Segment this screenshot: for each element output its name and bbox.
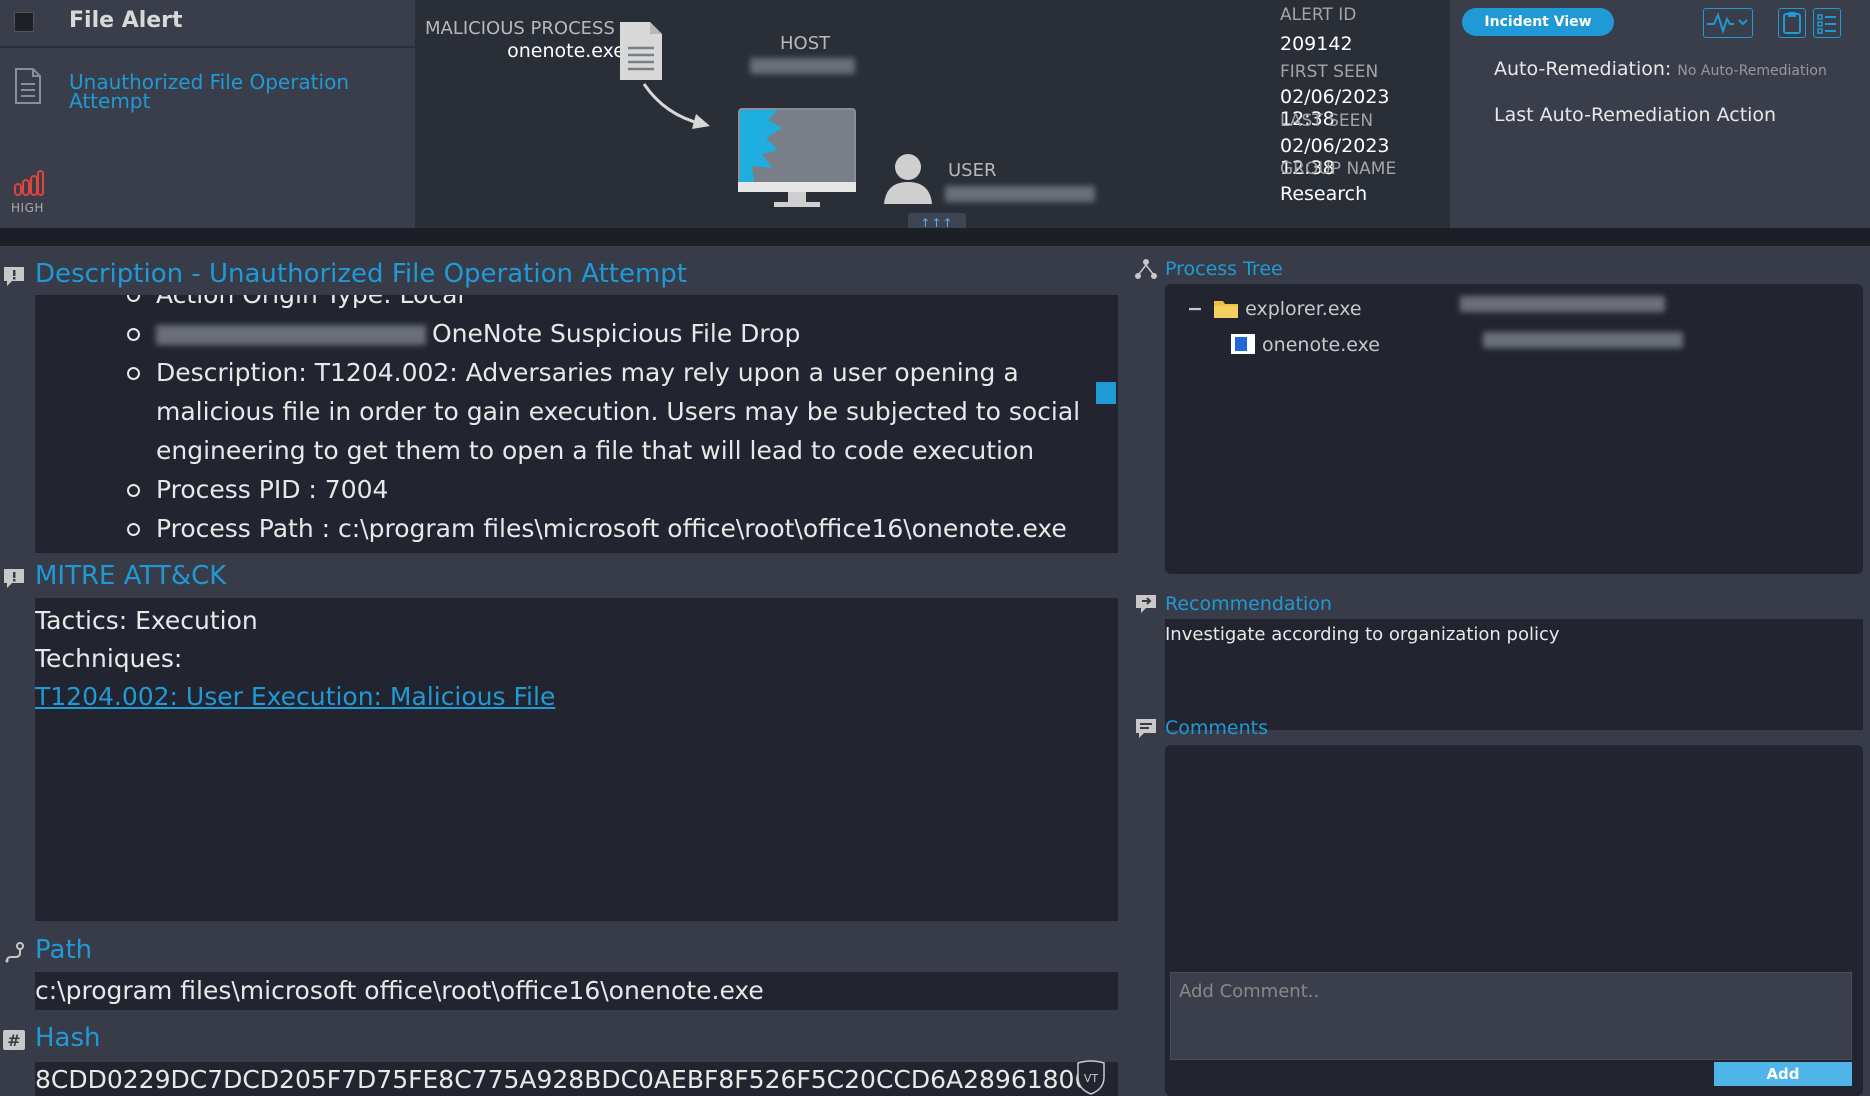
- app-window-icon: [1231, 334, 1255, 354]
- mitre-title: MITRE ATT&CK: [35, 561, 227, 591]
- list-item: Description: T1204.002: Adversaries may …: [35, 353, 1095, 470]
- user-icon: [884, 154, 932, 204]
- process-info-redacted: [1483, 332, 1683, 348]
- clipboard-icon: [1783, 12, 1801, 34]
- description-scrollbar[interactable]: [1096, 382, 1116, 404]
- info-bubble-icon: [4, 569, 24, 588]
- alert-summary: File Alert Unauthorized File Operation A…: [0, 0, 415, 228]
- recommendation-text: Investigate according to organization po…: [1165, 619, 1863, 730]
- severity-label: HIGH: [11, 201, 44, 215]
- tree-node-label: explorer.exe: [1245, 298, 1362, 320]
- tree-node-explorer[interactable]: − explorer.exe: [1187, 297, 1362, 320]
- rule-name-redacted: [156, 325, 426, 345]
- process-info-redacted: [1460, 296, 1665, 312]
- hash-title: Hash: [35, 1023, 101, 1053]
- host-label: HOST: [780, 33, 831, 54]
- group-name-value: Research: [1280, 183, 1368, 205]
- recommendation-title: Recommendation: [1165, 593, 1332, 615]
- hash-icon: #: [3, 1030, 25, 1050]
- activity-menu-button[interactable]: [1703, 8, 1753, 38]
- path-title: Path: [35, 935, 93, 965]
- tree-node-label: onenote.exe: [1262, 334, 1380, 356]
- description-panel[interactable]: Action Origin Type: Local OneNote Suspic…: [35, 295, 1118, 553]
- process-tree-panel: − explorer.exe onenote.exe: [1165, 284, 1863, 574]
- remediation-panel: Incident View Auto-Remediation: No Auto-…: [1450, 0, 1870, 228]
- auto-remediation-label: Auto-Remediation:: [1494, 58, 1672, 80]
- list-item: OneNote Suspicious File Drop: [35, 314, 1095, 353]
- auto-remediation-value: No Auto-Remediation: [1677, 63, 1827, 79]
- group-name-label: GROUP NAME: [1280, 159, 1397, 179]
- svg-text:VT: VT: [1084, 1072, 1099, 1085]
- host-monitor-icon[interactable]: [738, 108, 856, 208]
- virustotal-shield-icon[interactable]: VT: [1068, 1059, 1114, 1095]
- list-item: Process Path : c:\program files\microsof…: [35, 509, 1095, 548]
- process-tree-title: Process Tree: [1165, 258, 1283, 280]
- path-value: c:\program files\microsoft office\root\o…: [35, 972, 1118, 1010]
- mitre-technique-link[interactable]: T1204.002: User Execution: Malicious Fil…: [35, 682, 555, 711]
- comments-title: Comments: [1165, 717, 1268, 739]
- path-icon: [5, 942, 24, 963]
- info-bubble-icon: [4, 267, 24, 286]
- auto-remediation-row: Auto-Remediation: No Auto-Remediation: [1494, 58, 1827, 80]
- last-seen-label: LAST SEEN: [1280, 111, 1374, 131]
- svg-text:#: #: [7, 1031, 20, 1050]
- collapse-toggle[interactable]: −: [1187, 298, 1207, 320]
- select-alert-checkbox[interactable]: [14, 12, 34, 32]
- comments-icon: [1136, 719, 1156, 738]
- description-list: Action Origin Type: Local OneNote Suspic…: [35, 295, 1095, 548]
- last-auto-remediation-label: Last Auto-Remediation Action: [1494, 104, 1777, 126]
- mitre-tactics: Tactics: Execution: [35, 606, 258, 635]
- hash-value: 8CDD0229DC7DCD205F7D75FE8C775A928BDC0AEB…: [35, 1062, 1118, 1096]
- list-item: Process PID : 7004: [35, 470, 1095, 509]
- severity-high-icon: [14, 170, 44, 196]
- malicious-process-value: onenote.exe: [507, 40, 625, 62]
- tree-node-onenote[interactable]: onenote.exe: [1230, 333, 1380, 356]
- list-icon: [1817, 14, 1836, 34]
- file-icon: [15, 68, 41, 104]
- alert-title-row: File Alert: [0, 0, 415, 48]
- add-comment-input[interactable]: [1170, 972, 1852, 1060]
- description-title: Description - Unauthorized File Operatio…: [35, 259, 687, 289]
- host-name-redacted: [750, 58, 855, 74]
- mitre-techniques-label: Techniques:: [35, 644, 183, 673]
- recommendation-icon: [1136, 595, 1156, 613]
- process-document-icon: [620, 22, 662, 80]
- malicious-process-label: MALICIOUS PROCESS: [425, 18, 615, 39]
- attack-graph: MALICIOUS PROCESS onenote.exe HOST USER …: [415, 0, 1275, 235]
- mitre-panel: Tactics: Execution Techniques: T1204.002…: [35, 598, 1118, 921]
- list-view-button[interactable]: [1813, 8, 1841, 38]
- pulse-icon: [1707, 12, 1748, 35]
- alert-id-value: 209142: [1280, 33, 1353, 55]
- alert-id-label: ALERT ID: [1280, 5, 1357, 25]
- list-item: Action Origin Type: Local: [35, 295, 1095, 314]
- alert-title: File Alert: [69, 8, 183, 33]
- add-comment-button[interactable]: Add: [1714, 1062, 1852, 1086]
- process-tree-icon: [1135, 259, 1157, 279]
- clipboard-button[interactable]: [1778, 8, 1806, 38]
- alert-name-link[interactable]: Unauthorized File Operation Attempt: [69, 72, 349, 111]
- first-seen-label: FIRST SEEN: [1280, 62, 1379, 82]
- user-name-redacted: [945, 186, 1095, 202]
- header-divider: [0, 228, 1870, 246]
- user-label: USER: [948, 160, 997, 181]
- alert-header: File Alert Unauthorized File Operation A…: [0, 0, 1870, 235]
- flow-arrow-icon: [642, 83, 710, 129]
- folder-icon: [1214, 301, 1239, 318]
- incident-view-button[interactable]: Incident View: [1462, 8, 1614, 36]
